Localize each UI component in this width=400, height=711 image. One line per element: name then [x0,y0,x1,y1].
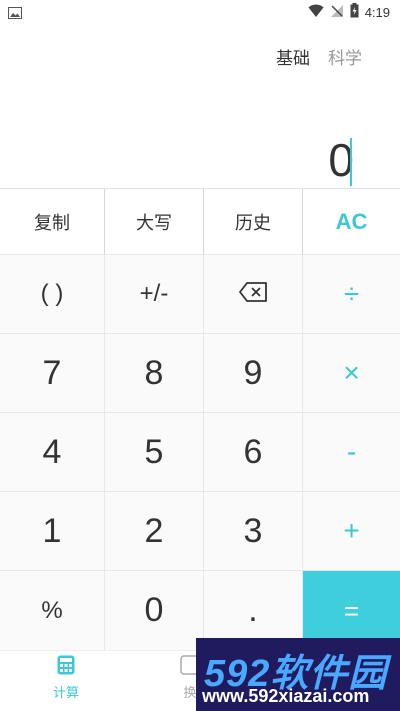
divide-label: ÷ [343,278,360,309]
tab-basic[interactable]: 基础 [276,44,310,69]
percent-button[interactable]: % [0,571,105,651]
sign-toggle-label: +/- [139,280,169,307]
add-label: + [343,515,360,546]
text-caret [350,138,352,186]
keypad: 复制 大写 历史 AC ( ) +/- ÷ 7 8 9 × 4 5 6 - 1 … [0,188,400,651]
battery-icon [350,2,359,22]
digit-5-label: 5 [144,432,164,471]
nav-calculate[interactable]: 计算 [36,655,96,701]
subtract-label: - [346,436,357,467]
digit-9-button[interactable]: 9 [204,334,303,413]
add-button[interactable]: + [303,492,400,571]
digit-3-button[interactable]: 3 [204,492,303,571]
signal-icon [330,3,344,22]
digit-8-button[interactable]: 8 [105,334,204,413]
digit-4-label: 4 [42,432,62,471]
status-bar: 4:19 [0,0,400,24]
tab-scientific[interactable]: 科学 [328,44,362,69]
calculator-icon [57,655,75,679]
digit-0-label: 0 [144,591,164,629]
digit-2-label: 2 [144,511,164,550]
status-time: 4:19 [364,4,390,20]
digit-0-button[interactable]: 0 [105,571,204,651]
digit-1-label: 1 [42,511,62,550]
equals-label: = [343,595,360,626]
history-button[interactable]: 历史 [204,189,303,255]
parentheses-label: ( ) [40,280,64,307]
all-clear-button[interactable]: AC [303,189,400,255]
digit-3-label: 3 [243,511,263,550]
wifi-icon [308,3,324,22]
digit-9-label: 9 [243,353,263,392]
decimal-point-label: . [248,591,258,629]
history-label: 历史 [235,212,271,234]
all-clear-label: AC [335,208,368,234]
watermark-url: www.592xiazai.com [202,686,370,706]
digit-6-button[interactable]: 6 [204,413,303,492]
digit-8-label: 8 [144,353,164,392]
multiply-button[interactable]: × [303,334,400,413]
sign-toggle-button[interactable]: +/- [105,255,204,334]
percent-label: % [41,596,63,624]
digit-2-button[interactable]: 2 [105,492,204,571]
backspace-button[interactable] [204,255,303,334]
parentheses-button[interactable]: ( ) [0,255,105,334]
copy-label: 复制 [34,212,70,234]
digit-7-label: 7 [42,353,62,392]
copy-button[interactable]: 复制 [0,189,105,255]
subtract-button[interactable]: - [303,413,400,492]
mode-tabs: 基础 科学 [276,44,362,69]
divide-button[interactable]: ÷ [303,255,400,334]
nav-calculate-label: 计算 [52,686,79,701]
multiply-label: × [343,357,360,388]
backspace-icon [239,282,267,306]
image-icon [8,4,24,19]
watermark-logo: 592软件园 www.592xiazai.com [196,638,400,711]
digit-1-button[interactable]: 1 [0,492,105,571]
digit-4-button[interactable]: 4 [0,413,105,492]
digit-7-button[interactable]: 7 [0,334,105,413]
uppercase-button[interactable]: 大写 [105,189,204,255]
digit-6-label: 6 [243,432,263,471]
digit-5-button[interactable]: 5 [105,413,204,492]
nav-convert-label: 换 [183,686,197,701]
uppercase-label: 大写 [136,212,172,234]
